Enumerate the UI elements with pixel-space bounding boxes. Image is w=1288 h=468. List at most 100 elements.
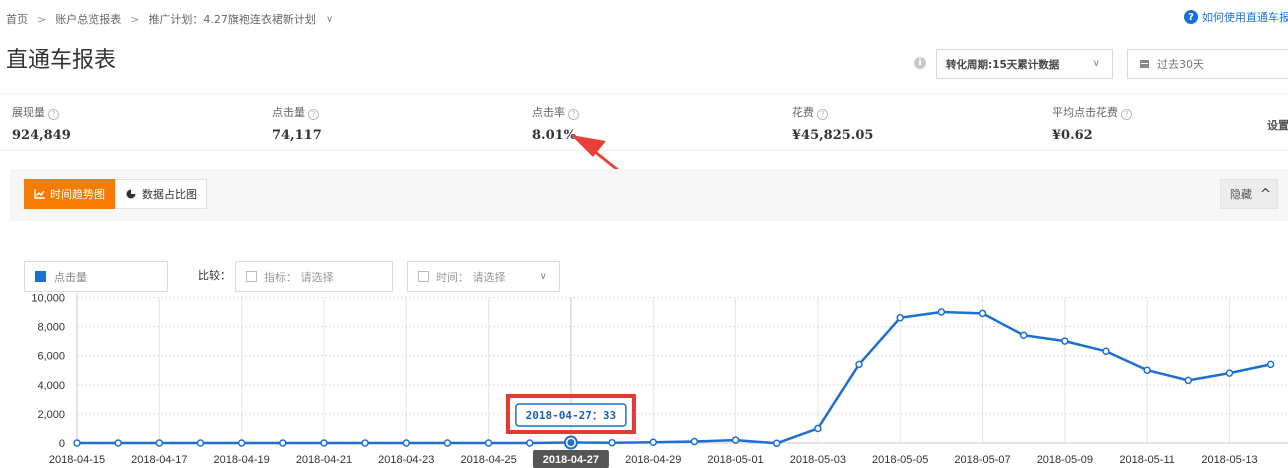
y-tick-label: 0 <box>59 438 65 450</box>
settings-button[interactable]: 设置 <box>1267 117 1288 133</box>
chart-toolbar: 时间趋势图 数据占比图 隐藏 ^ <box>10 169 1288 221</box>
tab-time-trend[interactable]: 时间趋势图 <box>24 179 115 209</box>
help-icon[interactable]: ? <box>817 109 828 120</box>
chevron-up-icon: ^ <box>1260 186 1271 202</box>
x-tick-label: 2018-05-05 <box>872 454 928 466</box>
x-tick-label: 2018-04-27 <box>543 454 599 466</box>
conversion-period-select[interactable]: 转化周期:15天累计数据 ∨ <box>936 49 1113 79</box>
series-clicks-line <box>77 310 1271 445</box>
info-icon[interactable]: i <box>914 57 926 69</box>
page-title: 直通车报表 <box>6 48 117 73</box>
help-icon[interactable]: ? <box>308 109 319 120</box>
data-point[interactable] <box>73 439 81 447</box>
x-tick-label: 2018-04-15 <box>49 454 105 466</box>
x-tick-label: 2018-04-17 <box>131 454 187 466</box>
data-point[interactable] <box>1019 331 1028 340</box>
metric-label: 展现量? <box>12 104 260 120</box>
data-point[interactable] <box>1225 369 1234 377</box>
data-point[interactable] <box>526 439 534 447</box>
metric-value: 74,117 <box>272 128 322 143</box>
data-point[interactable] <box>443 439 452 447</box>
metric-value: 924,849 <box>12 128 71 143</box>
data-point[interactable] <box>484 439 493 447</box>
tab-label: 数据占比图 <box>142 188 197 201</box>
data-point[interactable] <box>690 437 699 446</box>
metric-cost[interactable]: 花费? ¥45,825.05 <box>780 94 1040 152</box>
x-tick-label: 2018-04-23 <box>378 454 434 466</box>
data-point[interactable] <box>608 438 616 447</box>
data-point[interactable] <box>114 439 122 447</box>
data-point[interactable] <box>567 439 575 447</box>
help-link-text: 如何使用直通车报表 <box>1202 11 1288 24</box>
help-icon[interactable]: ? <box>568 109 579 120</box>
x-tick-label: 2018-05-09 <box>1037 454 1093 466</box>
breadcrumb: 首页 > 账户总览报表 > 推广计划：4.27旗袍连衣裙新计划 ∨ <box>6 10 333 28</box>
y-tick-label: 6,000 <box>37 351 65 363</box>
data-point[interactable] <box>896 314 904 322</box>
metric-value: ¥45,825.05 <box>792 128 874 143</box>
breadcrumb-account-report[interactable]: 账户总览报表 <box>55 11 121 27</box>
hide-chart-button[interactable]: 隐藏 ^ <box>1220 179 1278 209</box>
data-point[interactable] <box>196 439 205 447</box>
x-tick-label: 2018-05-13 <box>1201 454 1257 466</box>
y-tick-label: 4,000 <box>37 380 65 392</box>
chevron-down-icon: ∨ <box>1092 58 1100 69</box>
help-icon[interactable]: ? <box>48 109 59 120</box>
data-point[interactable] <box>361 439 369 447</box>
breadcrumb-home[interactable]: 首页 <box>6 11 28 27</box>
conversion-period-value: 转化周期:15天累计数据 <box>946 58 1060 71</box>
metric-avg-cpc[interactable]: 平均点击花费? ¥0.62 <box>1040 94 1260 152</box>
data-point[interactable] <box>855 360 863 369</box>
metric-ctr[interactable]: 点击率? 8.01% <box>520 94 780 152</box>
data-point[interactable] <box>1061 337 1069 345</box>
clicks-trend-chart: 0 2,000 4,000 6,000 8,000 10,000 2018-04-15 201… <box>31 292 1288 468</box>
help-icon[interactable]: ? <box>1121 109 1132 120</box>
y-tick-label: 8,000 <box>37 322 65 334</box>
data-point[interactable] <box>1143 366 1151 374</box>
metric-clicks[interactable]: 点击量? 74,117 <box>260 94 520 152</box>
data-point[interactable] <box>402 439 411 447</box>
data-point[interactable] <box>155 439 164 447</box>
data-point[interactable] <box>320 439 328 447</box>
data-point[interactable] <box>772 439 781 448</box>
data-point[interactable] <box>1184 376 1193 385</box>
data-point[interactable] <box>1266 360 1275 369</box>
tab-share-chart[interactable]: 数据占比图 <box>115 179 207 209</box>
data-point[interactable] <box>814 424 822 433</box>
metric-label: 平均点击花费? <box>1052 104 1260 120</box>
x-tick-label: 2018-05-01 <box>707 454 763 466</box>
date-range-value: 过去30天 <box>1157 58 1204 71</box>
line-chart-icon <box>34 189 45 199</box>
x-tick-label: 2018-04-21 <box>296 454 352 466</box>
metric-value: ¥0.62 <box>1052 128 1093 143</box>
x-tick-label: 2018-05-07 <box>954 454 1010 466</box>
date-range-select[interactable]: 过去30天 <box>1127 49 1288 79</box>
data-point[interactable] <box>279 439 287 447</box>
help-link[interactable]: ? 如何使用直通车报表 <box>1184 9 1288 25</box>
breadcrumb-separator: > <box>130 12 140 26</box>
data-point[interactable] <box>731 436 740 444</box>
pie-chart-icon <box>126 189 136 199</box>
data-point[interactable] <box>937 308 946 316</box>
data-point[interactable] <box>649 438 657 447</box>
x-tick-label: 2018-05-11 <box>1119 454 1174 466</box>
hide-label: 隐藏 <box>1230 188 1252 201</box>
x-tick-label: 2018-04-25 <box>460 454 516 466</box>
data-point[interactable] <box>978 309 987 318</box>
data-point[interactable] <box>1102 347 1110 356</box>
x-tick-label: 2018-04-29 <box>625 454 681 466</box>
breadcrumb-separator: > <box>37 12 47 26</box>
tab-label: 时间趋势图 <box>50 188 105 201</box>
data-point[interactable] <box>237 439 246 447</box>
metric-label: 点击率? <box>532 104 780 120</box>
y-tick-label: 10,000 <box>31 292 65 304</box>
metric-label: 点击量? <box>272 104 520 120</box>
tooltip-text: 2018-04-27：33 <box>526 409 616 422</box>
question-icon: ? <box>1184 10 1198 24</box>
x-tick-label: 2018-05-03 <box>790 454 846 466</box>
y-tick-label: 2,000 <box>37 409 65 421</box>
chevron-down-icon[interactable]: ∨ <box>326 14 333 25</box>
x-tick-label: 2018-04-19 <box>213 454 269 466</box>
breadcrumb-campaign[interactable]: 推广计划：4.27旗袍连衣裙新计划 <box>148 11 316 27</box>
metric-impressions[interactable]: 展现量? 924,849 <box>0 94 260 152</box>
